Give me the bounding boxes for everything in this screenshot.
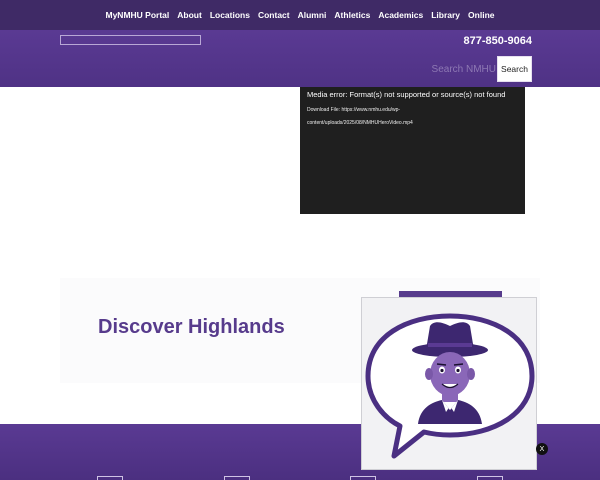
download-link-line-1[interactable]: Download File: https://www.nmhu.edu/wp-	[307, 106, 518, 115]
phone-number[interactable]: 877-850-9064	[463, 35, 532, 47]
nav-link-about[interactable]: About	[173, 10, 206, 20]
footer-tile-3[interactable]	[350, 476, 376, 480]
site-header: 877-850-9064 Search NMHU Search	[0, 30, 600, 87]
nav-link-athletics[interactable]: Athletics	[330, 10, 374, 20]
search-button[interactable]: Search	[497, 56, 532, 82]
site-logo-image[interactable]	[60, 35, 201, 45]
nav-link-alumni[interactable]: Alumni	[294, 10, 331, 20]
footer-tile-4[interactable]	[477, 476, 503, 480]
download-link-line-2[interactable]: content/uploads/2025/08/NMHUHeroVideo.mp…	[307, 119, 518, 128]
chat-widget[interactable]	[361, 297, 537, 470]
top-navigation: MyNMHU Portal About Locations Contact Al…	[0, 0, 600, 30]
nav-link-portal[interactable]: MyNMHU Portal	[102, 10, 174, 20]
discover-heading: Discover Highlands	[98, 316, 285, 338]
chat-mascot-icon	[365, 313, 535, 459]
nav-link-academics[interactable]: Academics	[374, 10, 427, 20]
media-error-message: Media error: Format(s) not supported or …	[307, 90, 506, 99]
search-input[interactable]: Search NMHU	[420, 64, 496, 75]
nav-link-library[interactable]: Library	[427, 10, 464, 20]
footer-tile-2[interactable]	[224, 476, 250, 480]
chat-close-button[interactable]: X	[536, 443, 548, 455]
nav-link-contact[interactable]: Contact	[254, 10, 294, 20]
hero-video-player[interactable]: Media error: Format(s) not supported or …	[300, 87, 525, 214]
footer-tile-1[interactable]	[97, 476, 123, 480]
nav-link-online[interactable]: Online	[464, 10, 498, 20]
nav-link-locations[interactable]: Locations	[206, 10, 254, 20]
